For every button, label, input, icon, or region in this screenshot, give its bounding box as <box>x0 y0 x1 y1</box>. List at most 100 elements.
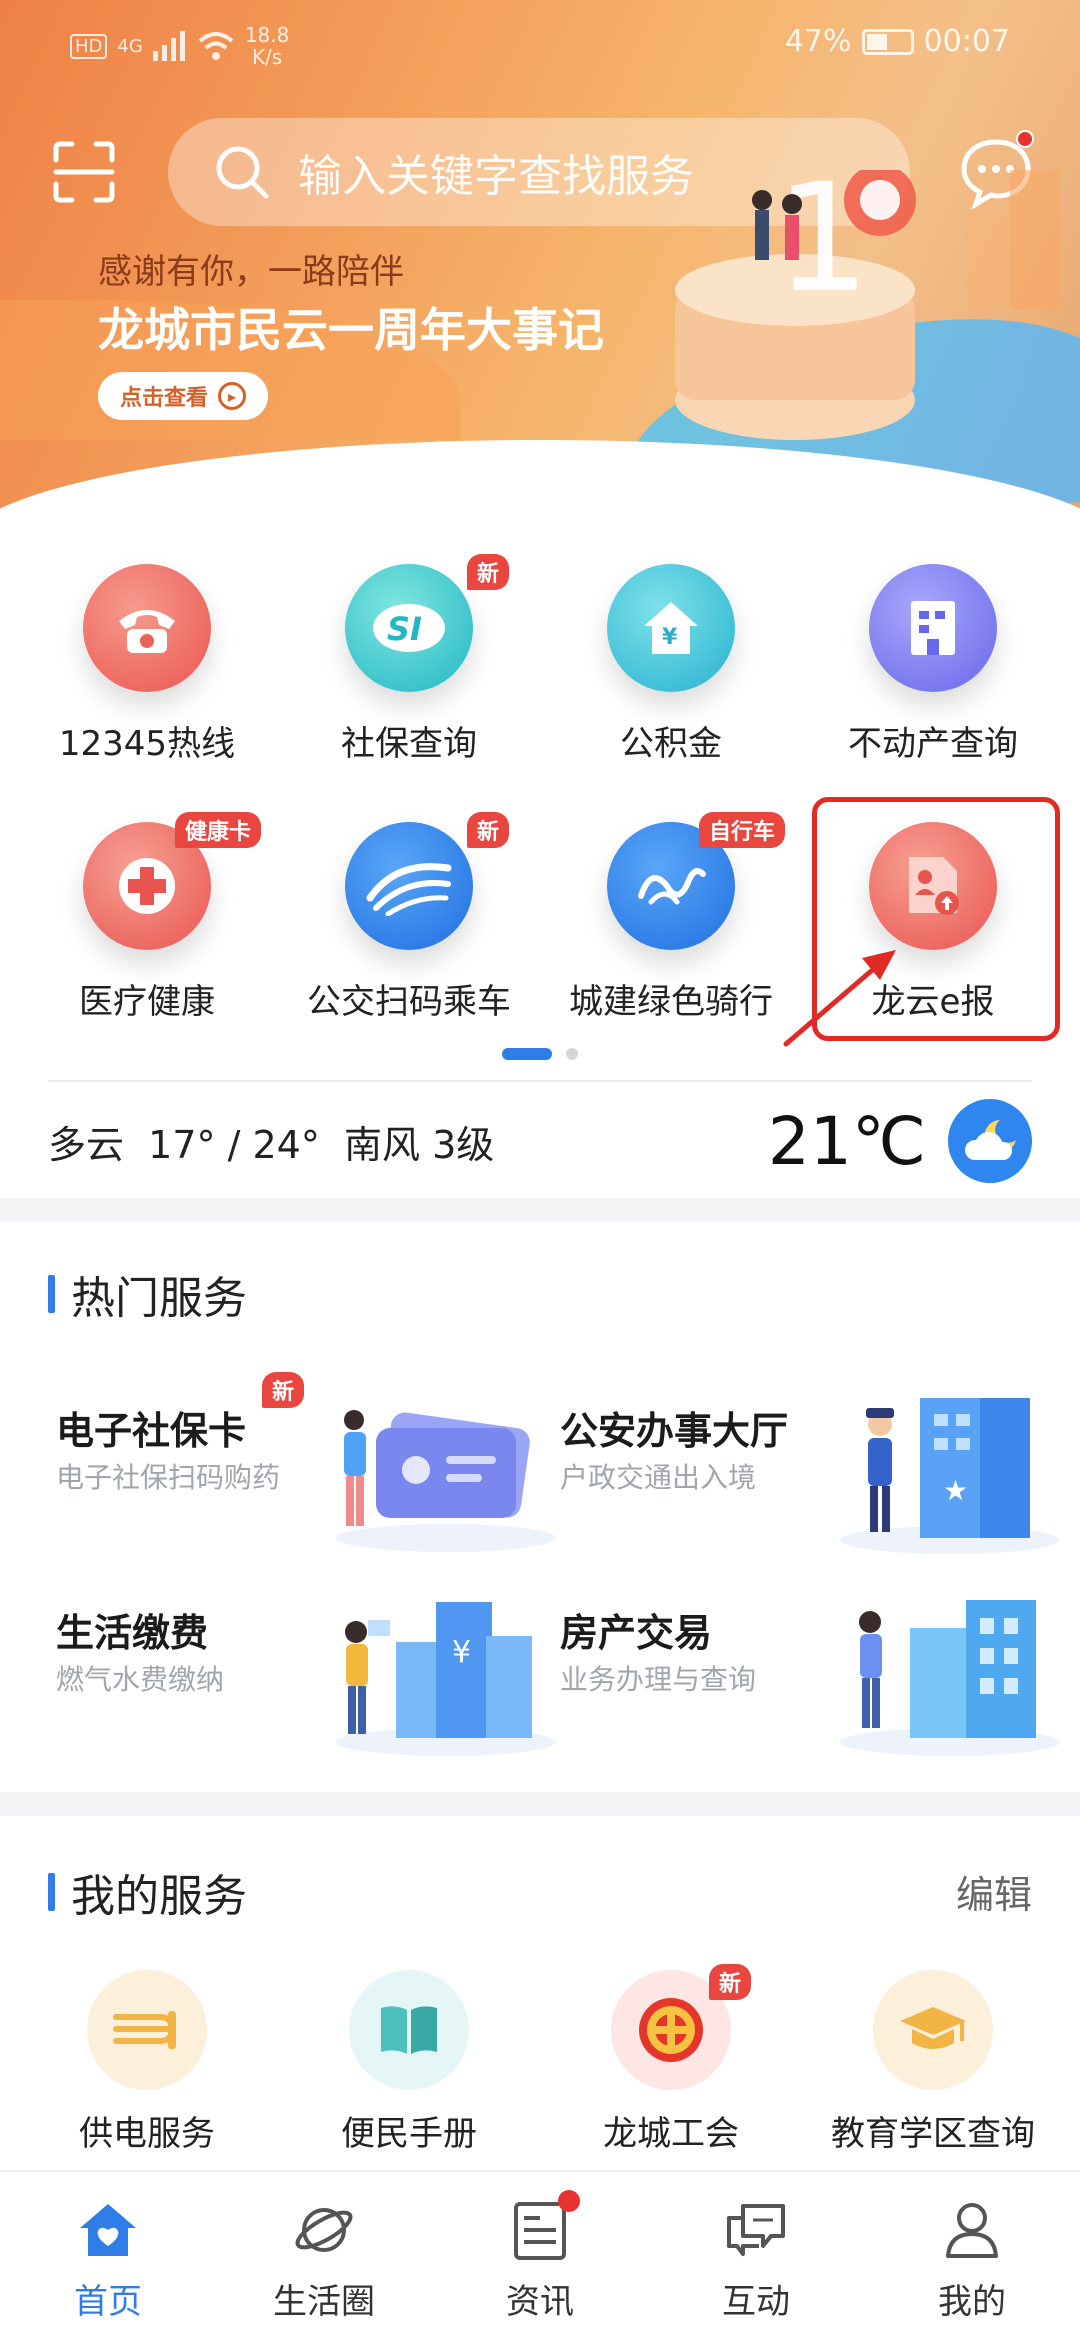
profile-icon <box>936 2194 1008 2266</box>
tab-label: 生活圈 <box>273 2282 375 2322</box>
pointer-arrow-icon <box>783 950 896 1047</box>
bottom-tab-bar: 首页 生活圈 资讯 互动 我的 <box>0 2170 1080 2340</box>
search-icon <box>216 146 269 199</box>
pagination-dot[interactable] <box>478 452 506 480</box>
battery-percent: 47% <box>784 24 852 59</box>
weather-bar[interactable]: 多云 17° / 24° 南风 3级 21℃ <box>48 1086 1032 1196</box>
my-service-union[interactable]: 新 龙城工会 <box>536 1964 806 2155</box>
search-placeholder: 输入关键字查找服务 <box>298 151 694 202</box>
bill-payment-illustration: ¥ <box>336 1602 556 1756</box>
hot-service-card[interactable]: 房产交易 业务办理与查询 <box>560 1592 1060 1772</box>
hot-service-title: 电子社保卡 <box>56 1409 247 1453</box>
hot-service-card[interactable]: 公安办事大厅 户政交通出入境 ★ <box>560 1390 1060 1570</box>
service-hotline[interactable]: 12345热线 <box>12 564 282 765</box>
my-service-power[interactable]: 供电服务 <box>12 1970 282 2155</box>
tab-news[interactable]: 资讯 <box>432 2172 648 2340</box>
net-speed: 18.8 K/s <box>245 24 290 68</box>
home-icon <box>72 2194 144 2266</box>
tab-interact[interactable]: 互动 <box>648 2172 864 2340</box>
hot-service-title: 生活缴费 <box>56 1611 209 1655</box>
pagination-dot[interactable] <box>430 452 458 480</box>
health-card-badge: 健康卡 <box>174 812 261 848</box>
weather-description: 多云 17° / 24° 南风 3级 <box>48 1122 495 1167</box>
battery-icon <box>861 28 914 55</box>
service-social-security[interactable]: SI 新 社保查询 <box>274 554 544 765</box>
service-bus-qr[interactable]: 新 公交扫码乘车 <box>274 812 544 1023</box>
app-screen: HD 4G 18.8 K/s 47% 00:07 输入关键字查找服务 感谢有你，… <box>0 0 1080 2340</box>
hot-service-card[interactable]: 生活缴费 燃气水费缴纳 ¥ <box>56 1592 556 1772</box>
service-label: 社保查询 <box>341 724 477 764</box>
my-services-title: 我的服务 <box>48 1860 247 1924</box>
tab-life-circle[interactable]: 生活圈 <box>216 2172 432 2340</box>
housing-fund-icon: ¥ <box>607 564 735 692</box>
social-card-illustration <box>336 1410 556 1552</box>
service-real-estate[interactable]: 不动产查询 <box>798 564 1068 765</box>
tab-label: 互动 <box>722 2282 790 2322</box>
pagination-dot-active[interactable] <box>526 452 554 480</box>
pagination-dot[interactable] <box>622 452 650 480</box>
anniversary-illustration: 1 <box>675 170 1060 440</box>
book-icon <box>349 1970 469 2090</box>
section-gap <box>0 1198 1080 1222</box>
bicycle-badge: 自行车 <box>698 812 785 848</box>
status-bar: HD 4G 18.8 K/s 47% 00:07 <box>0 0 1080 90</box>
divider <box>48 1080 1032 1082</box>
page-indicator-active <box>502 1048 552 1060</box>
my-service-handbook[interactable]: 便民手册 <box>274 1970 544 2155</box>
my-service-label: 便民手册 <box>341 2114 477 2154</box>
page-indicator <box>566 1048 578 1060</box>
service-green-cycling[interactable]: 自行车 城建绿色骑行 <box>536 812 806 1023</box>
banner-view-label: 点击查看 <box>119 386 208 411</box>
hot-service-title: 公安办事大厅 <box>560 1409 789 1453</box>
service-label: 公交扫码乘车 <box>307 982 511 1022</box>
new-badge: 新 <box>262 1372 305 1408</box>
hot-service-subtitle: 燃气水费缴纳 <box>56 1663 225 1696</box>
bus-icon: 新 <box>345 812 509 950</box>
social-security-icon: SI 新 <box>345 554 509 692</box>
svg-text:★: ★ <box>943 1474 968 1507</box>
tab-label: 首页 <box>74 2282 142 2322</box>
banner-subtitle: 感谢有你，一路陪伴 <box>98 252 404 292</box>
power-icon <box>87 1970 207 2090</box>
my-service-label: 教育学区查询 <box>831 2114 1035 2154</box>
hot-services-title: 热门服务 <box>48 1262 247 1326</box>
chat-icon <box>720 2194 792 2266</box>
union-emblem-icon: 新 <box>611 1964 751 2090</box>
tab-home[interactable]: 首页 <box>0 2172 216 2340</box>
hot-service-card[interactable]: 电子社保卡 新 电子社保扫码购药 <box>56 1372 556 1570</box>
banner-title: 龙城市民云一周年大事记 <box>98 303 604 357</box>
my-service-school-district[interactable]: 教育学区查询 <box>798 1970 1068 2155</box>
hot-service-subtitle: 电子社保扫码购药 <box>56 1461 281 1494</box>
service-label: 不动产查询 <box>848 724 1018 764</box>
service-label: 12345热线 <box>58 724 236 764</box>
edit-button[interactable]: 编辑 <box>956 1864 1032 1919</box>
message-unread-dot <box>1016 130 1034 148</box>
new-badge: 新 <box>466 554 509 590</box>
new-badge: 新 <box>466 812 509 848</box>
service-housing-fund[interactable]: ¥ 公积金 <box>536 564 806 765</box>
bicycle-icon: 自行车 <box>607 812 785 950</box>
svg-text:¥: ¥ <box>452 1635 471 1670</box>
service-label: 医疗健康 <box>79 982 215 1022</box>
tab-mine[interactable]: 我的 <box>864 2172 1080 2340</box>
arrow-right-icon: ▸ <box>218 382 246 410</box>
police-hall-illustration: ★ <box>840 1398 1060 1554</box>
clock: 00:07 <box>923 24 1010 59</box>
scan-icon[interactable] <box>52 140 116 204</box>
my-service-label: 龙城工会 <box>603 2114 739 2154</box>
service-medical[interactable]: 健康卡 医疗健康 <box>12 812 282 1023</box>
pagination-dot[interactable] <box>574 452 602 480</box>
service-label: 城建绿色骑行 <box>569 982 773 1022</box>
svg-text:¥: ¥ <box>662 625 678 650</box>
building-icon <box>869 564 997 692</box>
hot-service-title: 房产交易 <box>560 1611 713 1655</box>
status-right: 47% 00:07 <box>785 24 1010 59</box>
hot-service-subtitle: 业务办理与查询 <box>560 1663 757 1696</box>
tab-label: 资讯 <box>506 2282 574 2322</box>
banner[interactable]: HD 4G 18.8 K/s 47% 00:07 输入关键字查找服务 感谢有你，… <box>0 0 1080 510</box>
hd-icon: HD <box>70 33 108 59</box>
banner-view-button[interactable]: 点击查看 ▸ <box>98 372 268 420</box>
net-speed-unit: K/s <box>251 45 283 69</box>
network-type: 4G <box>117 35 143 57</box>
hot-service-subtitle: 户政交通出入境 <box>560 1461 757 1494</box>
